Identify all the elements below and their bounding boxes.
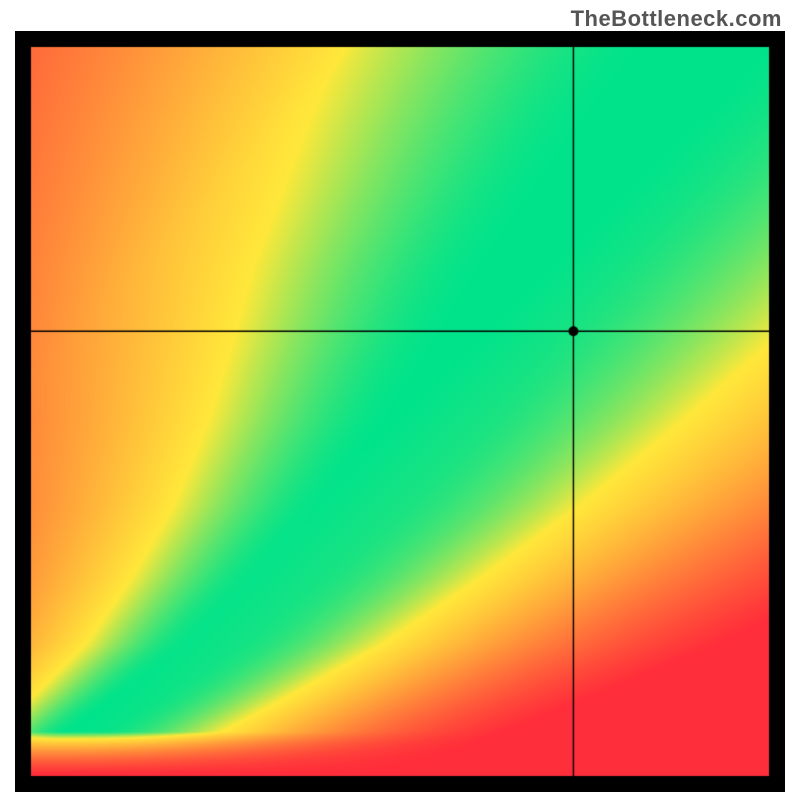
bottleneck-heatmap-frame <box>15 31 785 792</box>
bottleneck-heatmap-canvas <box>15 31 785 792</box>
watermark-text: TheBottleneck.com <box>571 6 782 32</box>
